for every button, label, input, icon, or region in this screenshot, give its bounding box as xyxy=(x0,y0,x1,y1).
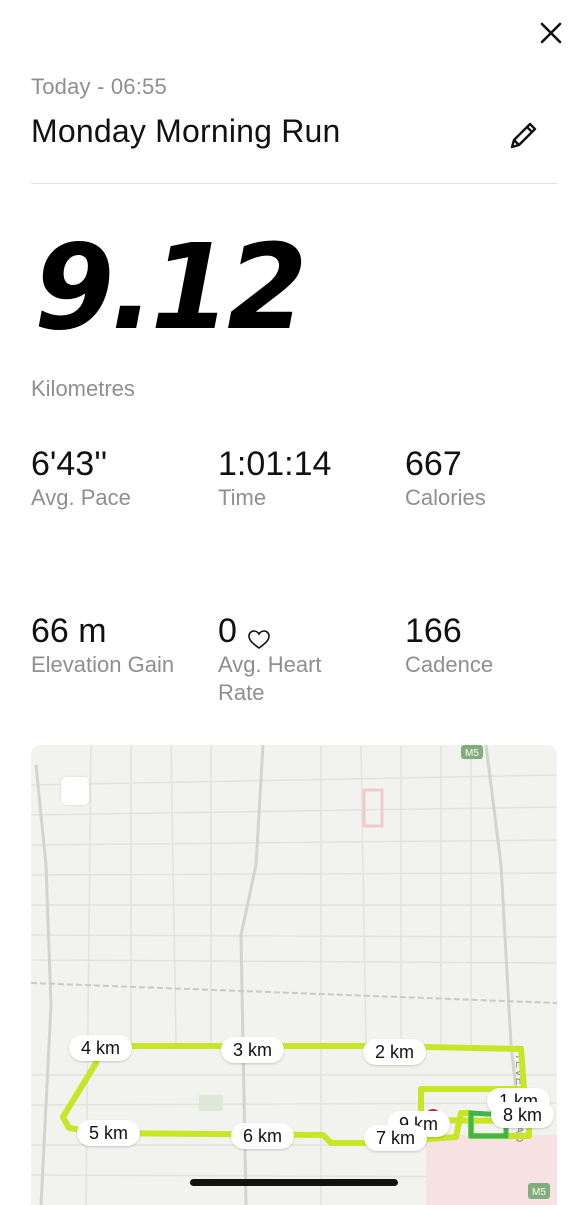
km-marker-8: 8 km xyxy=(491,1102,555,1128)
elevation-label: Elevation Gain xyxy=(31,652,175,677)
edit-button[interactable] xyxy=(505,116,543,154)
cadence-value: 166 xyxy=(405,612,462,650)
home-indicator xyxy=(190,1179,398,1186)
stat-pace: 6'43'' Avg. Pace xyxy=(31,444,201,512)
stat-elevation: 66 m Elevation Gain xyxy=(31,611,181,679)
heart-rate-value: 0 xyxy=(218,612,237,650)
pace-value: 6'43'' xyxy=(31,445,108,483)
km-marker-4: 4 km xyxy=(69,1035,133,1061)
km-marker-6: 6 km xyxy=(231,1123,295,1149)
stat-time: 1:01:14 Time xyxy=(218,444,388,512)
km-marker-2: 2 km xyxy=(363,1039,427,1065)
distance-unit: Kilometres xyxy=(31,376,135,401)
calories-label: Calories xyxy=(405,485,486,510)
route-map[interactable]: M5 M5 STEVENS ROAD 4 km 3 km 2 km 1 km 8… xyxy=(31,745,557,1205)
elevation-value: 66 m xyxy=(31,612,107,650)
km-marker-7: 7 km xyxy=(364,1125,428,1151)
stat-heart-rate: 0 Avg. Heart Rate xyxy=(218,611,368,707)
distance-value: 9.12 xyxy=(34,218,308,356)
km-marker-3: 3 km xyxy=(221,1037,285,1063)
close-icon xyxy=(540,22,562,44)
header-divider xyxy=(31,183,557,184)
pencil-icon xyxy=(510,122,537,149)
heart-rate-value-row: 0 xyxy=(218,611,368,651)
heart-icon xyxy=(247,620,271,649)
calories-value: 667 xyxy=(405,445,462,483)
road-badge-bottom-text: M5 xyxy=(532,1187,546,1198)
stat-cadence: 166 Cadence xyxy=(405,611,575,679)
km-marker-5: 5 km xyxy=(77,1120,141,1146)
activity-title: Monday Morning Run xyxy=(31,113,341,149)
map-view-toggle[interactable] xyxy=(61,777,89,805)
time-label: Time xyxy=(218,485,267,510)
close-button[interactable] xyxy=(534,16,568,50)
stat-calories: 667 Calories xyxy=(405,444,575,512)
pace-label: Avg. Pace xyxy=(31,485,131,510)
road-badge-top-text: M5 xyxy=(465,748,479,759)
time-value: 1:01:14 xyxy=(218,445,332,483)
activity-date: Today - 06:55 xyxy=(31,74,167,99)
heart-rate-label: Avg. Heart Rate xyxy=(218,652,322,705)
cadence-label: Cadence xyxy=(405,652,494,677)
